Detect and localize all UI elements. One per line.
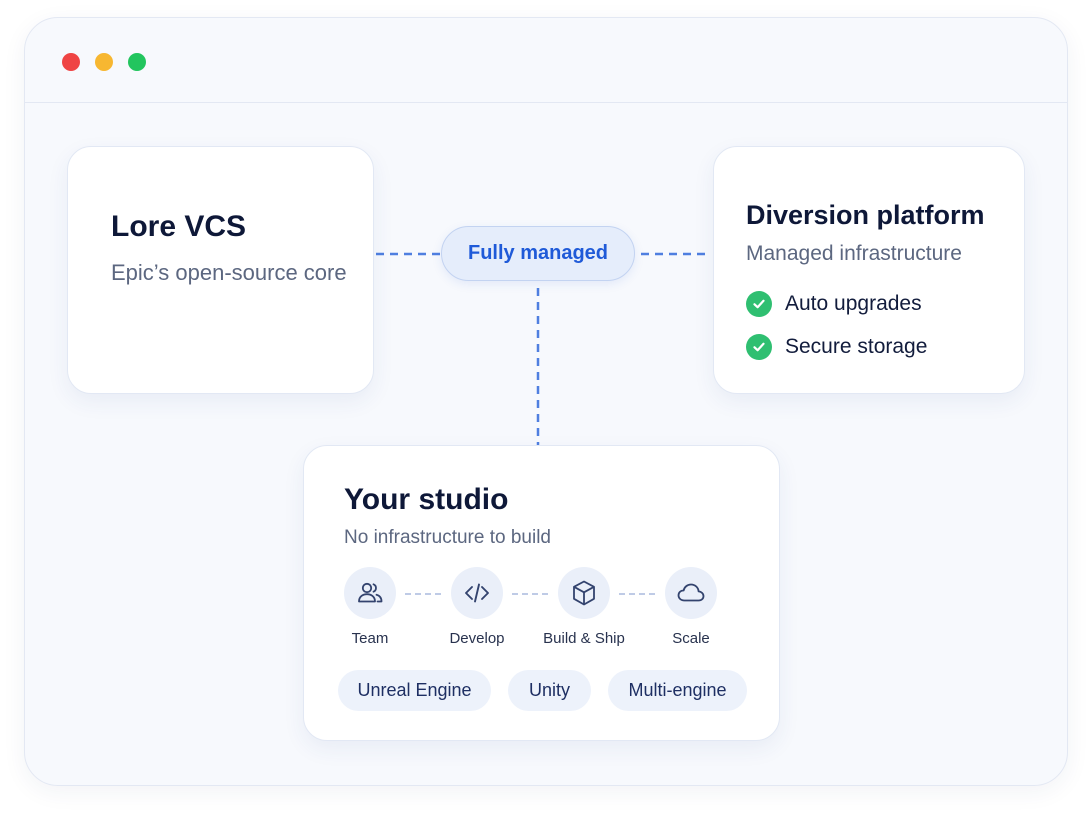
- box-icon: [558, 567, 610, 619]
- diversion-platform-title: Diversion platform: [746, 200, 985, 230]
- step-connector: [512, 593, 548, 595]
- lore-vcs-subtitle: Epic’s open-source core: [111, 260, 347, 285]
- check-icon: [746, 334, 772, 360]
- step-label: Build & Ship: [543, 630, 625, 647]
- feature-auto-upgrades: Auto upgrades: [746, 290, 922, 318]
- step-connector: [405, 593, 441, 595]
- lore-vcs-card: Lore VCS Epic’s open-source core: [67, 146, 374, 394]
- step-label: Develop: [449, 630, 505, 647]
- step-label: Team: [351, 630, 389, 647]
- feature-label: Secure storage: [785, 335, 928, 358]
- minimize-window-button[interactable]: [95, 53, 113, 71]
- check-icon: [746, 291, 772, 317]
- code-icon: [451, 567, 503, 619]
- diversion-platform-card: Diversion platform Managed infrastructur…: [713, 146, 1025, 394]
- feature-label: Auto upgrades: [785, 292, 922, 315]
- cloud-icon: [665, 567, 717, 619]
- step-label: Scale: [672, 630, 710, 647]
- maximize-window-button[interactable]: [128, 53, 146, 71]
- lore-vcs-title: Lore VCS: [111, 210, 247, 243]
- fully-managed-pill: Fully managed: [441, 226, 635, 281]
- close-window-button[interactable]: [62, 53, 80, 71]
- your-studio-subtitle: No infrastructure to build: [344, 527, 551, 548]
- team-icon: [344, 567, 396, 619]
- tag-multi-engine: Multi-engine: [608, 670, 747, 711]
- step-connector: [619, 593, 655, 595]
- your-studio-title: Your studio: [344, 483, 509, 516]
- diversion-platform-subtitle: Managed infrastructure: [746, 242, 962, 265]
- feature-secure-storage: Secure storage: [746, 333, 927, 361]
- your-studio-card: Your studio No infrastructure to build T…: [303, 445, 780, 741]
- window-titlebar: [25, 18, 1067, 103]
- tag-unreal-engine: Unreal Engine: [338, 670, 491, 711]
- tag-unity: Unity: [508, 670, 591, 711]
